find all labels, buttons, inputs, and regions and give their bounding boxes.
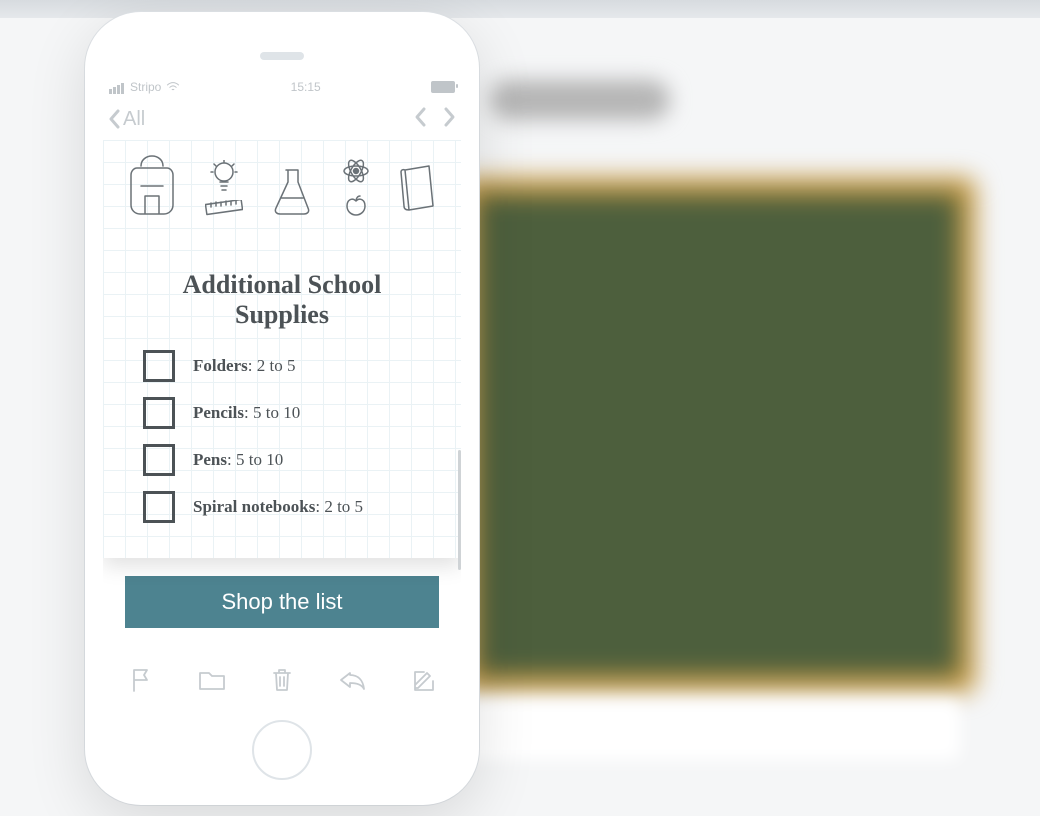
- phone-screen: Stripo 15:15 All: [103, 76, 461, 701]
- apple-icon: [345, 194, 367, 216]
- prev-message-button[interactable]: [413, 106, 427, 133]
- checkbox-icon[interactable]: [143, 444, 175, 476]
- bulb-icon: [210, 160, 238, 194]
- clock-label: 15:15: [291, 80, 321, 94]
- book-icon: [399, 164, 437, 216]
- wifi-icon: [166, 81, 180, 93]
- battery-icon: [431, 81, 455, 93]
- email-content[interactable]: Additional School Supplies Folders: 2 to…: [103, 140, 461, 655]
- flag-button[interactable]: [129, 667, 153, 698]
- trash-button[interactable]: [271, 667, 293, 698]
- mail-toolbar: [103, 663, 461, 701]
- doodle-row: [103, 152, 461, 216]
- status-bar: Stripo 15:15: [103, 76, 461, 98]
- phone-mockup: Stripo 15:15 All: [85, 12, 479, 805]
- checkbox-icon[interactable]: [143, 397, 175, 429]
- list-item: Folders: 2 to 5: [143, 350, 437, 382]
- earpiece-icon: [260, 52, 304, 60]
- list-item: Pens: 5 to 10: [143, 444, 437, 476]
- scrollbar-thumb[interactable]: [458, 450, 461, 570]
- compose-button[interactable]: [411, 668, 435, 697]
- flask-icon: [271, 166, 313, 216]
- checklist-card: Additional School Supplies Folders: 2 to…: [103, 140, 461, 558]
- list-item: Pencils: 5 to 10: [143, 397, 437, 429]
- atom-icon: [341, 156, 371, 186]
- backpack-icon: [127, 152, 177, 216]
- checklist: Folders: 2 to 5 Pencils: 5 to 10 Pens: 5…: [143, 350, 437, 523]
- ruler-icon: [205, 200, 243, 216]
- signal-icon: [109, 80, 125, 94]
- checkbox-icon[interactable]: [143, 491, 175, 523]
- next-message-button[interactable]: [443, 106, 457, 133]
- list-item: Spiral notebooks: 2 to 5: [143, 491, 437, 523]
- back-label: All: [123, 108, 145, 131]
- back-button[interactable]: All: [107, 108, 145, 131]
- card-heading: Additional School Supplies: [103, 270, 461, 330]
- reply-button[interactable]: [338, 669, 366, 696]
- mail-nav-bar: All: [103, 98, 461, 140]
- carrier-label: Stripo: [130, 80, 161, 94]
- home-button[interactable]: [252, 720, 312, 780]
- checkbox-icon[interactable]: [143, 350, 175, 382]
- shop-list-button[interactable]: Shop the list: [125, 576, 439, 628]
- move-folder-button[interactable]: [198, 669, 226, 696]
